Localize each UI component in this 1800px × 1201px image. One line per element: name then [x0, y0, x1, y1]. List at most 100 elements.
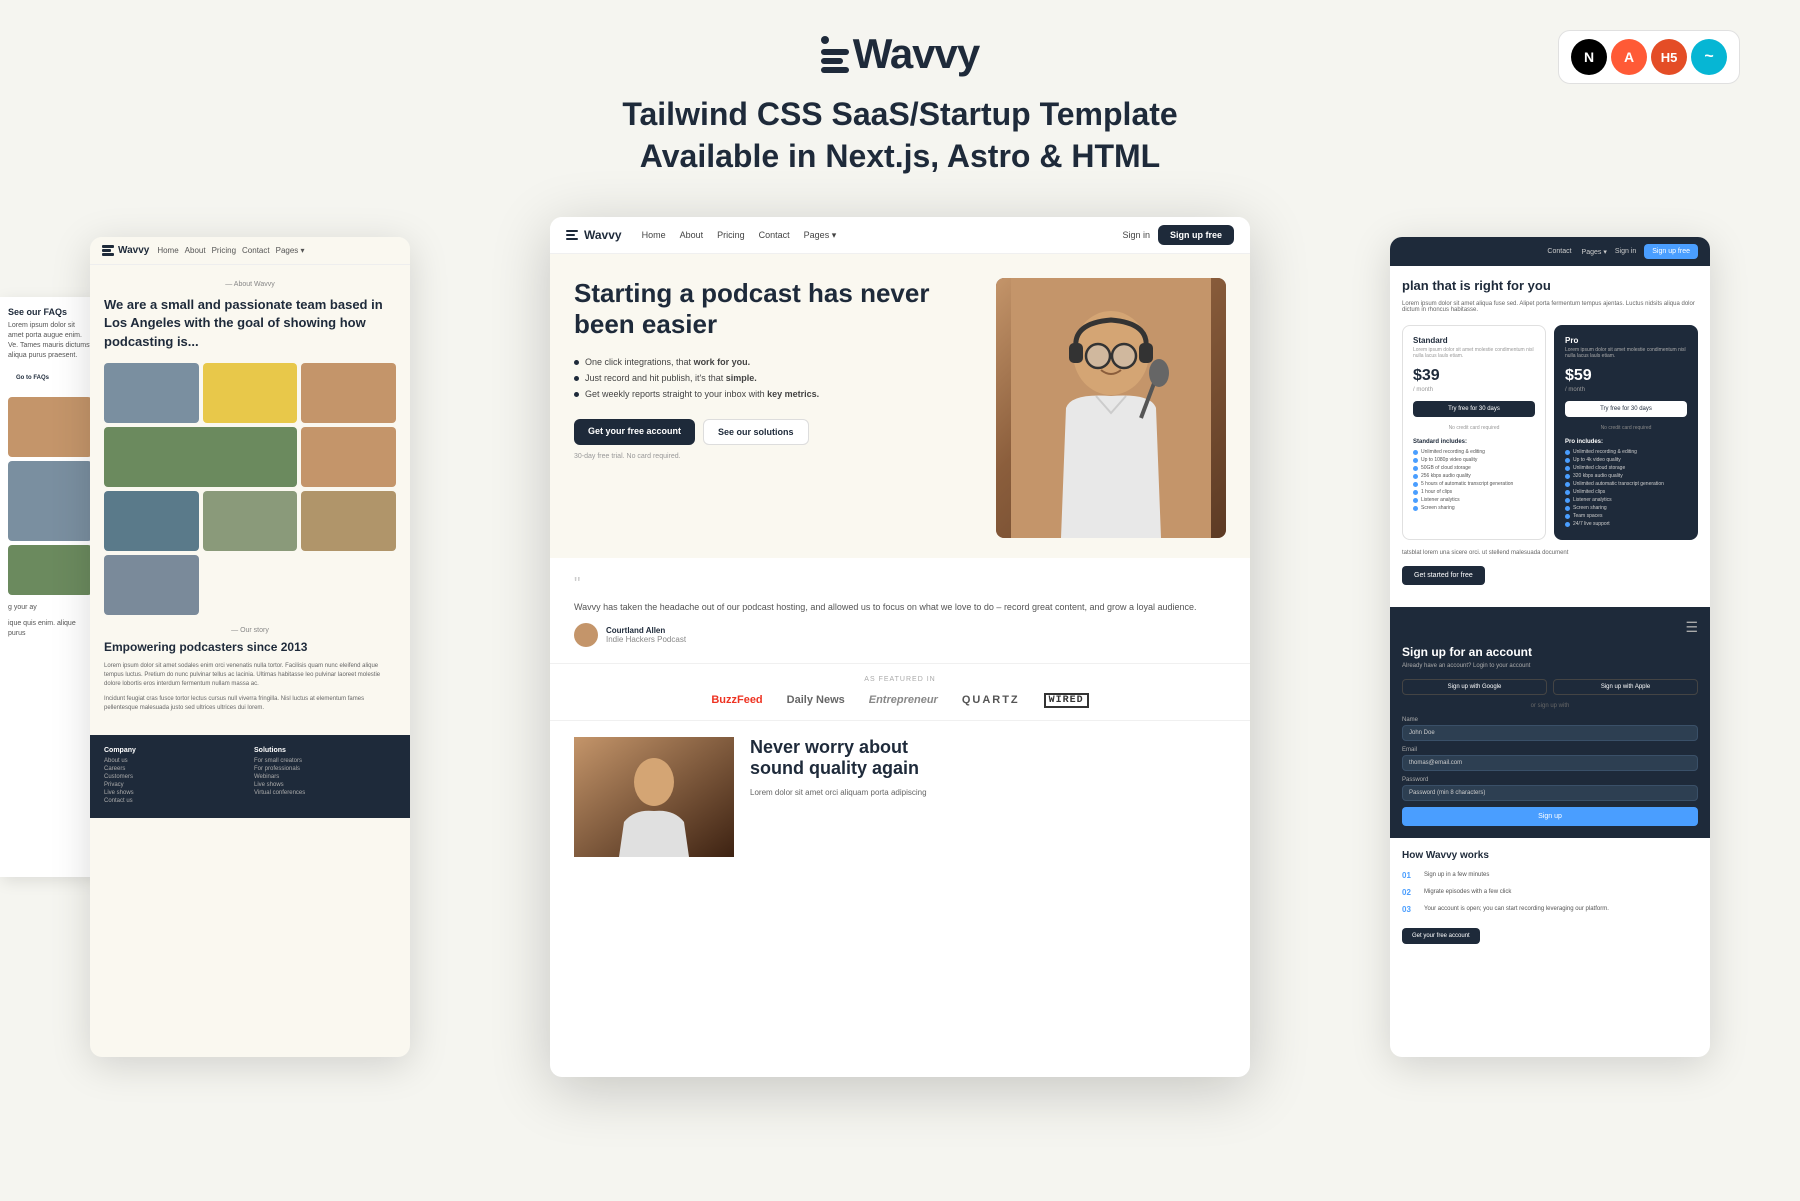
right-signin[interactable]: Sign in: [1615, 248, 1636, 255]
name-field: Name John Doe: [1402, 717, 1698, 741]
get-account-btn[interactable]: Get your free account: [1402, 928, 1480, 944]
left-nav-items: Home About Pricing Contact Pages ▾: [157, 246, 304, 255]
submit-btn[interactable]: Sign up: [1402, 807, 1698, 826]
signin-btn[interactable]: Sign in: [1122, 230, 1150, 240]
name-label: Name: [1402, 717, 1698, 723]
person-photo: [996, 278, 1226, 538]
how-title: How Wavvy works: [1402, 850, 1698, 861]
pricing-title: plan that is right for you: [1402, 278, 1698, 293]
pricing-cards: Standard Lorem ipsum dolor sit amet mole…: [1402, 325, 1698, 540]
right-card: Contact Pages ▾ Sign in Sign up free pla…: [1390, 237, 1710, 1057]
photo-5: [301, 427, 396, 487]
standard-desc: Lorem ipsum dolor sit amet molestie cond…: [1413, 347, 1535, 359]
tech-badges: N A H5 ~: [1558, 30, 1740, 84]
step-1: 01 Sign up in a few minutes: [1402, 871, 1698, 880]
password-label: Password: [1402, 777, 1698, 783]
pro-plan: Pro Lorem ipsum dolor sit amet molestie …: [1554, 325, 1698, 540]
story-heading: Empowering podcasters since 2013: [104, 640, 396, 654]
center-nav-links: Home About Pricing Contact Pages ▾: [642, 230, 837, 241]
hero-buttons: Get your free account See our solutions: [574, 419, 976, 445]
pro-name: Pro: [1565, 336, 1687, 345]
right-signup-btn[interactable]: Sign up free: [1644, 244, 1698, 259]
quote-mark: ": [574, 574, 1226, 595]
bottom-heading: Never worry aboutsound quality again: [750, 737, 927, 779]
faq-panel-text: Lorem ipsum dolor sit amet porta augue e…: [8, 321, 92, 360]
story-text-2: Incidunt feugiat cras fusce tortor lectu…: [104, 695, 396, 713]
center-logo: Wavvy: [566, 228, 622, 242]
center-bottom: Never worry aboutsound quality again Lor…: [550, 721, 1250, 873]
pro-price: $59: [1565, 367, 1687, 385]
std-feature-1: Unlimited recording & editing: [1413, 449, 1535, 455]
hero-bullet-3: Get weekly reports straight to your inbo…: [574, 389, 976, 399]
author-name: Courtland Allen: [606, 626, 686, 635]
quote-author: Courtland Allen Indie Hackers Podcast: [574, 623, 1226, 647]
pro-period: / month: [1565, 387, 1687, 393]
tailwind-badge: ~: [1691, 39, 1727, 75]
photo-1: [104, 363, 199, 423]
standard-price: $39: [1413, 367, 1535, 385]
photo-3: [301, 363, 396, 423]
cta-primary-btn[interactable]: Get your free account: [574, 419, 695, 445]
pro-btn[interactable]: Try free for 30 days: [1565, 401, 1687, 417]
hero-bullet-2: Just record and hit publish, it's that s…: [574, 373, 976, 383]
password-input[interactable]: Password (min 8 characters): [1402, 785, 1698, 801]
pricing-bottom-text: tatsblat lorem una sicere orci. ut stell…: [1402, 550, 1698, 556]
cta-secondary-btn[interactable]: See our solutions: [703, 419, 809, 445]
footer-col-solutions: Solutions For small creators For profess…: [254, 747, 396, 806]
signup-btn[interactable]: Sign up free: [1158, 225, 1234, 245]
apple-btn[interactable]: Sign up with Apple: [1553, 679, 1698, 695]
signup-title: Sign up for an account: [1402, 645, 1698, 659]
email-input[interactable]: thomas@email.com: [1402, 755, 1698, 771]
story-text-1: Lorem ipsum dolor sit amet sodales enim …: [104, 662, 396, 689]
step-2: 02 Migrate episodes with a few click: [1402, 888, 1698, 897]
photo-7: [203, 491, 298, 551]
photo-6: [104, 491, 199, 551]
hero-bullets: One click integrations, that work for yo…: [574, 357, 976, 399]
pro-desc: Lorem ipsum dolor sit amet molestie cond…: [1565, 347, 1687, 359]
right-nav-links: Contact Pages ▾: [1547, 248, 1606, 256]
signup-subtitle: Already have an account? Login to your a…: [1402, 663, 1698, 669]
social-btns: Sign up with Google Sign up with Apple: [1402, 679, 1698, 695]
left-nav: Wavvy Home About Pricing Contact Pages ▾: [90, 237, 410, 265]
right-how-section: How Wavvy works 01 Sign up in a few minu…: [1390, 838, 1710, 956]
author-info: Courtland Allen Indie Hackers Podcast: [606, 626, 686, 644]
standard-btn[interactable]: Try free for 30 days: [1413, 401, 1535, 417]
about-heading: We are a small and passionate team based…: [104, 296, 396, 351]
left-content: — About Wavvy We are a small and passion…: [90, 265, 410, 735]
name-input[interactable]: John Doe: [1402, 725, 1698, 741]
bottom-image: [574, 737, 734, 857]
tagline: Tailwind CSS SaaS/Startup Template Avail…: [622, 94, 1177, 177]
about-label: — About Wavvy: [104, 281, 396, 288]
entrepreneur-logo: Entrepreneur: [869, 694, 938, 706]
center-testimonial: " Wavvy has taken the headache out of ou…: [550, 558, 1250, 664]
daily-news-logo: Daily News: [787, 694, 845, 706]
logo-wrapper: Wavvy: [821, 30, 980, 78]
logo-icon: [821, 36, 849, 73]
password-field: Password Password (min 8 characters): [1402, 777, 1698, 801]
logo-text: Wavvy: [853, 30, 980, 78]
center-featured: AS FEATURED IN BuzzFeed Daily News Entre…: [550, 664, 1250, 721]
left-card: Wavvy Home About Pricing Contact Pages ▾…: [90, 237, 410, 1057]
html5-badge: H5: [1651, 39, 1687, 75]
right-signup-section: ☰ Sign up for an account Already have an…: [1390, 607, 1710, 838]
wired-logo: WIRED: [1044, 693, 1089, 708]
right-pricing: plan that is right for you Lorem ipsum d…: [1390, 266, 1710, 607]
center-nav-left: Wavvy Home About Pricing Contact Pages ▾: [566, 228, 836, 242]
nextjs-badge: N: [1571, 39, 1607, 75]
footer-col-company: Company About us Careers Customers Priva…: [104, 747, 246, 806]
story-label: — Our story: [104, 627, 396, 634]
photo-8: [301, 491, 396, 551]
bottom-text: Never worry aboutsound quality again Lor…: [750, 737, 927, 857]
photo-2: [203, 363, 298, 423]
logo-area: Wavvy: [821, 30, 980, 78]
menu-icon: ☰: [1402, 619, 1698, 637]
get-started-btn[interactable]: Get started for free: [1402, 566, 1485, 585]
pricing-text: Lorem ipsum dolor sit amet aliqua fuse s…: [1402, 301, 1698, 313]
photos-grid: [104, 363, 396, 615]
screenshots-container: See our FAQs Lorem ipsum dolor sit amet …: [0, 217, 1800, 1067]
right-nav: Contact Pages ▾ Sign in Sign up free: [1390, 237, 1710, 266]
google-btn[interactable]: Sign up with Google: [1402, 679, 1547, 695]
photo-4: [104, 427, 297, 487]
center-nav-right: Sign in Sign up free: [1122, 225, 1234, 245]
faq-btn[interactable]: Go to FAQs: [8, 371, 57, 385]
